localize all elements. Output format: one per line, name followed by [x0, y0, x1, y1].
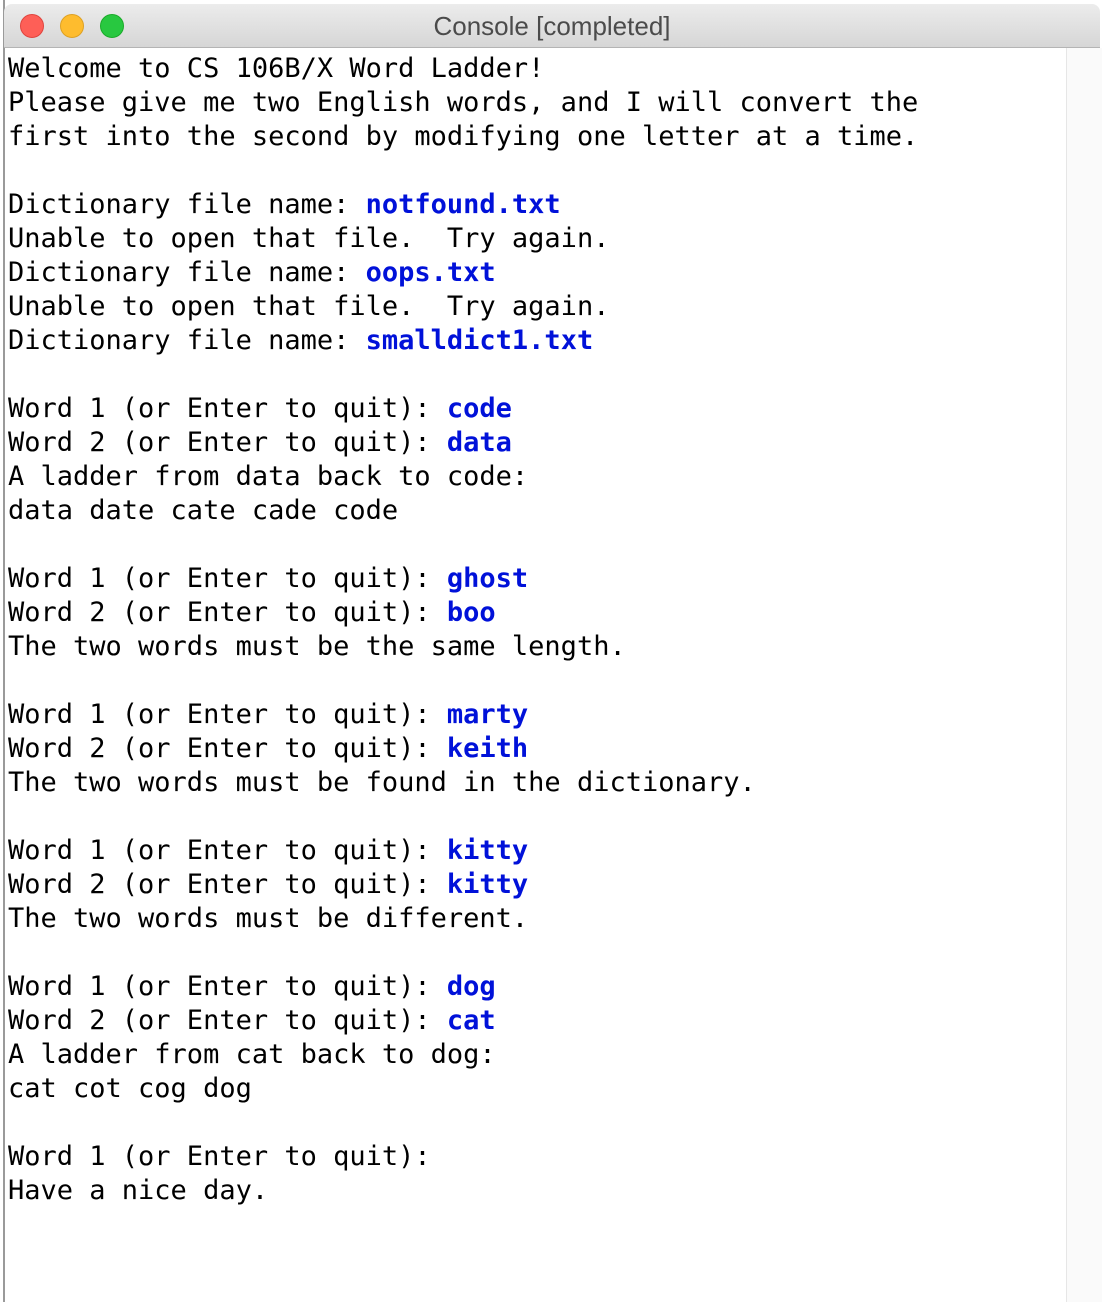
user-input: smalldict1.txt — [365, 325, 594, 356]
user-input: kitty — [446, 869, 529, 900]
console-line: Word 1 (or Enter to quit): marty — [8, 699, 529, 730]
user-input: marty — [446, 699, 529, 730]
title-bar[interactable]: Console [completed] — [4, 4, 1100, 48]
vertical-scrollbar[interactable] — [1066, 48, 1102, 1302]
console-output[interactable]: Welcome to CS 106B/X Word Ladder! Please… — [8, 52, 1066, 1302]
user-input: code — [446, 393, 512, 424]
user-input: data — [446, 427, 512, 458]
console-line: The two words must be found in the dicti… — [8, 767, 756, 798]
console-line: Word 1 (or Enter to quit): — [8, 1141, 431, 1172]
user-input: cat — [446, 1005, 496, 1036]
console-line: A ladder from cat back to dog: — [8, 1039, 496, 1070]
user-input: keith — [446, 733, 529, 764]
console-line: data date cate cade code — [8, 495, 399, 526]
console-line: The two words must be the same length. — [8, 631, 626, 662]
console-line: first into the second by modifying one l… — [8, 121, 919, 152]
console-line: Word 1 (or Enter to quit): kitty — [8, 835, 529, 866]
console-line: Word 2 (or Enter to quit): keith — [8, 733, 529, 764]
console-line: Dictionary file name: notfound.txt — [8, 189, 561, 220]
user-input: oops.txt — [365, 257, 496, 288]
console-line: Unable to open that file. Try again. — [8, 223, 610, 254]
console-line: A ladder from data back to code: — [8, 461, 529, 492]
user-input: notfound.txt — [365, 189, 561, 220]
console-line: Word 2 (or Enter to quit): data — [8, 427, 512, 458]
console-line: The two words must be different. — [8, 903, 529, 934]
console-line: Have a nice day. — [8, 1175, 269, 1206]
console-line: Word 1 (or Enter to quit): code — [8, 393, 512, 424]
background-window-edge — [0, 0, 5, 1302]
console-line: Word 1 (or Enter to quit): ghost — [8, 563, 529, 594]
user-input: boo — [446, 597, 496, 628]
console-line: cat cot cog dog — [8, 1073, 252, 1104]
console-line: Dictionary file name: smalldict1.txt — [8, 325, 594, 356]
console-line: Word 2 (or Enter to quit): cat — [8, 1005, 496, 1036]
console-line: Word 2 (or Enter to quit): boo — [8, 597, 496, 628]
user-input: ghost — [446, 563, 529, 594]
console-line: Please give me two English words, and I … — [8, 87, 919, 118]
console-line: Word 2 (or Enter to quit): kitty — [8, 869, 529, 900]
user-input: dog — [446, 971, 496, 1002]
window-title: Console [completed] — [433, 11, 671, 41]
console-line: Dictionary file name: oops.txt — [8, 257, 496, 288]
console-window: Console [completed] Welcome to CS 106B/X… — [0, 0, 1102, 1302]
console-line: Unable to open that file. Try again. — [8, 291, 610, 322]
console-line: Welcome to CS 106B/X Word Ladder! — [8, 53, 545, 84]
console-line: Word 1 (or Enter to quit): dog — [8, 971, 496, 1002]
user-input: kitty — [446, 835, 529, 866]
